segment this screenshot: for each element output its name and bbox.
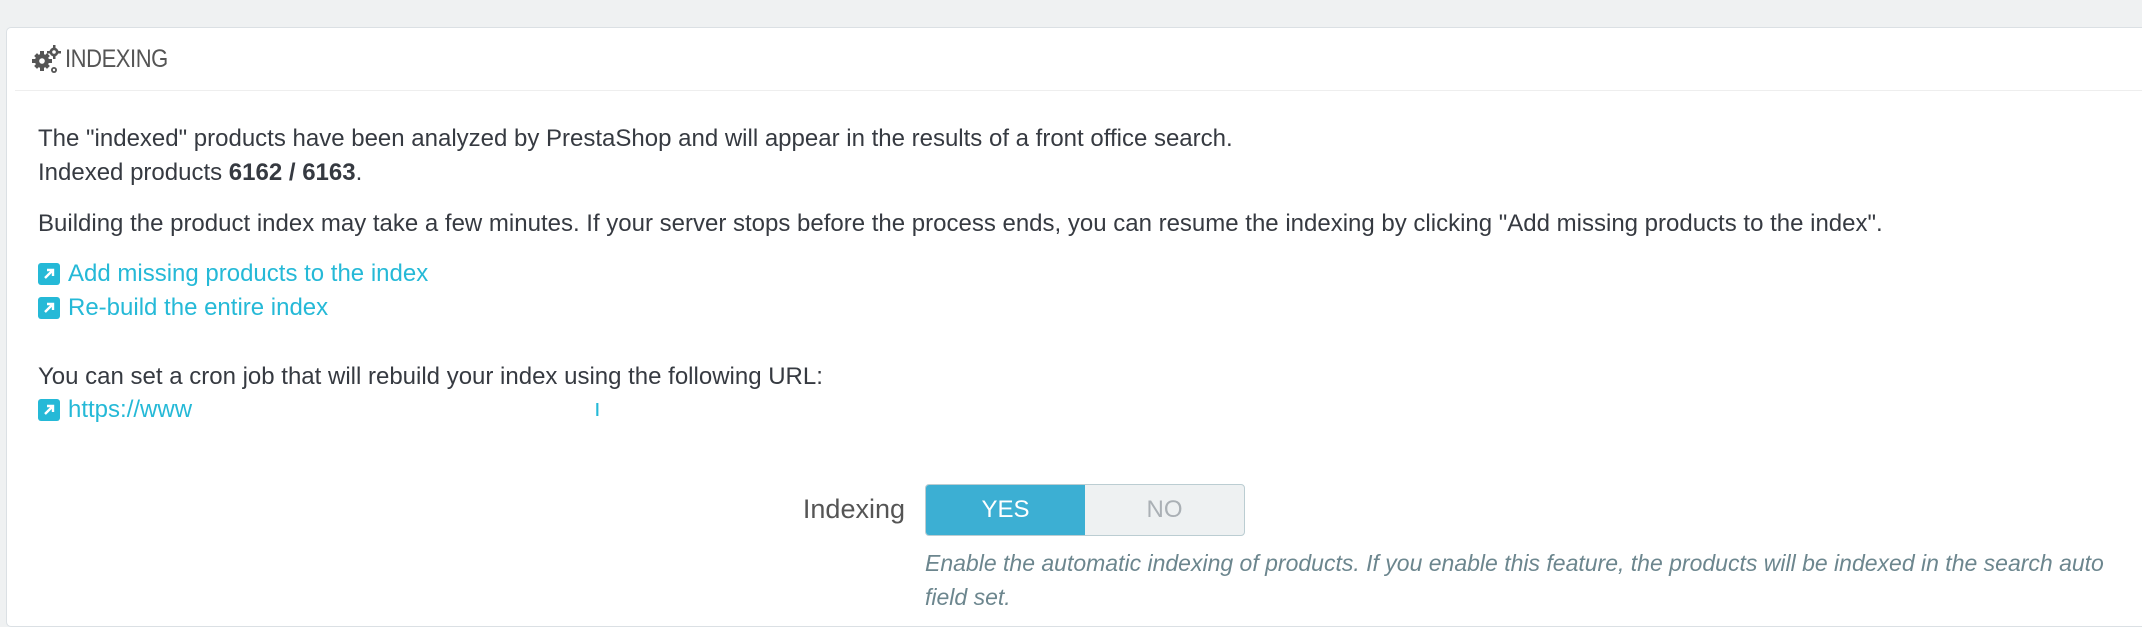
rebuild-index-link[interactable]: Re-build the entire index — [38, 294, 328, 322]
indexed-suffix: . — [355, 159, 363, 186]
redacted-url-area — [212, 393, 594, 425]
add-missing-label[interactable]: Add missing products to the index — [68, 260, 428, 288]
external-link-icon — [38, 263, 60, 285]
external-link-icon — [38, 399, 60, 421]
add-missing-link[interactable]: Add missing products to the index — [38, 260, 428, 288]
indexed-count: 6162 / 6163 — [228, 159, 356, 186]
indexing-yes-option[interactable]: YES — [926, 485, 1085, 535]
indexing-switch[interactable]: YES NO — [925, 484, 1245, 536]
cron-text: You can set a cron job that will rebuild… — [38, 363, 823, 390]
rebuild-index-label[interactable]: Re-build the entire index — [68, 294, 328, 322]
indexing-help-text: Enable the automatic indexing of product… — [925, 546, 2104, 614]
cron-url-label[interactable]: https://www — [68, 396, 192, 424]
indexing-label: Indexing — [802, 494, 905, 524]
help-line-1: Enable the automatic indexing of product… — [925, 550, 2104, 576]
cron-url-link[interactable]: https://www — [38, 396, 192, 424]
cron-url-tail[interactable]: ı — [594, 395, 601, 423]
intro-text: The "indexed" products have been analyze… — [38, 125, 1233, 152]
panel-title: INDEXING — [65, 44, 168, 73]
external-link-icon — [38, 297, 60, 319]
indexing-no-option[interactable]: NO — [1085, 485, 1244, 535]
panel-heading: INDEXING — [15, 28, 2142, 91]
indexed-prefix: Indexed products — [38, 159, 229, 186]
cogs-icon — [32, 45, 61, 73]
build-note: Building the product index may take a fe… — [38, 210, 1883, 237]
help-line-2: field set. — [925, 584, 1011, 610]
indexed-count-line: Indexed products 6162 / 6163. — [38, 156, 362, 190]
indexing-panel: INDEXING — [6, 27, 2142, 627]
